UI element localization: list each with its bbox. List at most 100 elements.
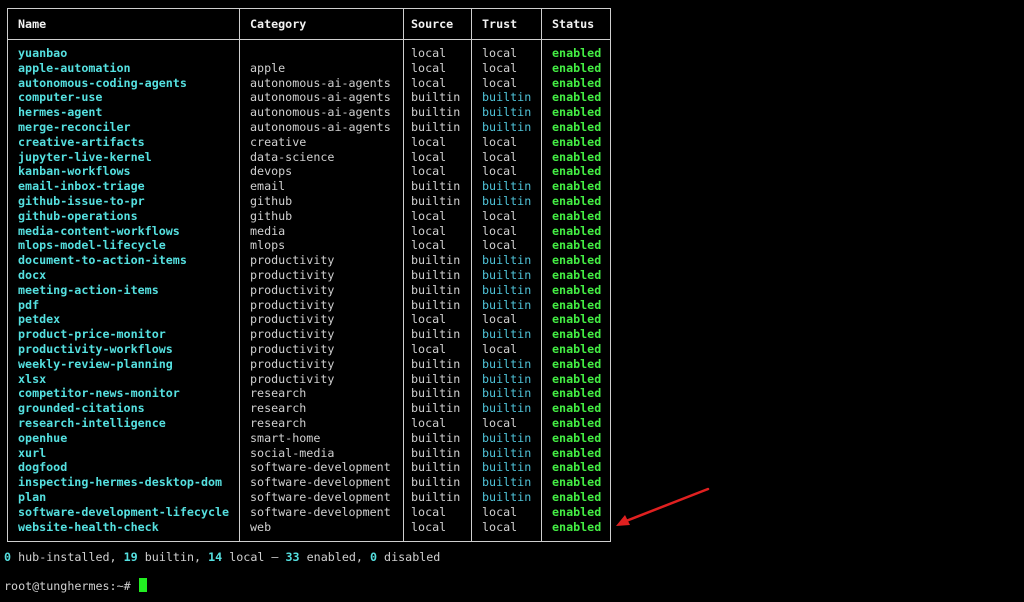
skill-status: enabled xyxy=(552,460,602,475)
table-row: meeting-action-items productivity builtin b… xyxy=(8,283,610,298)
table-row: grounded-citations research builtin builtin… xyxy=(8,401,610,416)
skill-name: software-development-lifecycle xyxy=(18,504,230,519)
skill-status: enabled xyxy=(552,119,602,134)
skill-status: enabled xyxy=(552,386,602,401)
table-row: website-health-check web local local enabled xyxy=(8,520,610,535)
skill-category: autonomous-ai-agents xyxy=(250,90,391,105)
skill-source: local xyxy=(411,238,447,253)
skill-source: builtin xyxy=(411,489,461,504)
table-row: github-issue-to-pr github builtin builtin en… xyxy=(8,194,610,209)
skill-name: yuanbao xyxy=(18,46,68,60)
skill-trust: builtin xyxy=(482,90,532,105)
skill-category: mlops xyxy=(250,238,286,253)
skill-trust: builtin xyxy=(482,282,532,297)
table-row: creative-artifacts creative local local enab… xyxy=(8,135,610,150)
skill-status: enabled xyxy=(552,312,602,327)
skill-source: builtin xyxy=(411,90,461,105)
skill-status: enabled xyxy=(552,401,602,416)
skill-trust: local xyxy=(482,312,518,327)
skill-category: autonomous-ai-agents xyxy=(250,119,391,134)
skill-name: openhue xyxy=(18,430,68,445)
header-category: Category xyxy=(250,17,307,31)
builtin-count: 19 xyxy=(123,550,138,564)
shell-prompt[interactable]: root@tunghermes:~# xyxy=(4,578,147,594)
skill-source: local xyxy=(411,223,447,238)
skill-name: email-inbox-triage xyxy=(18,179,145,194)
skill-source: builtin xyxy=(411,179,461,194)
skill-trust: builtin xyxy=(482,430,532,445)
skill-trust: local xyxy=(482,415,518,430)
skill-category: github xyxy=(250,193,293,208)
skill-source: local xyxy=(411,341,447,356)
disabled-count: 0 xyxy=(369,550,378,564)
skill-name: inspecting-hermes-desktop-dom xyxy=(18,475,223,490)
table-row: merge-reconciler autonomous-ai-agents buil… xyxy=(8,120,610,135)
table-row: weekly-review-planning productivity builti… xyxy=(8,357,610,372)
skill-name: github-operations xyxy=(18,208,138,223)
skill-category: smart-home xyxy=(250,430,321,445)
skill-source: local xyxy=(411,60,447,75)
skill-source: builtin xyxy=(411,267,461,282)
skill-trust: builtin xyxy=(482,297,532,312)
skill-name: plan xyxy=(18,489,47,504)
table-row: xlsx productivity builtin builtin enabled xyxy=(8,372,610,387)
local-label: local — xyxy=(222,550,286,564)
table-row: openhue smart-home builtin builtin enabled xyxy=(8,431,610,446)
skill-category: autonomous-ai-agents xyxy=(250,75,391,90)
table-row: docx productivity builtin builtin enabled xyxy=(8,268,610,283)
table-row: hermes-agent autonomous-ai-agents builtin b… xyxy=(8,105,610,120)
skill-name: hermes-agent xyxy=(18,105,103,120)
skill-status: enabled xyxy=(552,475,602,490)
skill-trust: builtin xyxy=(482,401,532,416)
skills-table: Name Category Source Trust Status yuanba… xyxy=(7,8,611,542)
skill-name: jupyter-live-kernel xyxy=(18,149,152,164)
skill-name: docx xyxy=(18,267,47,282)
skill-category: devops xyxy=(250,164,293,179)
skill-name: creative-artifacts xyxy=(18,134,145,149)
skill-status: enabled xyxy=(552,253,602,268)
enabled-label: enabled, xyxy=(299,550,370,564)
skill-source: builtin xyxy=(411,475,461,490)
skill-status: enabled xyxy=(552,164,602,179)
skill-status: enabled xyxy=(552,208,602,223)
table-row: inspecting-hermes-desktop-dom software-de… xyxy=(8,475,610,490)
skill-status: enabled xyxy=(552,415,602,430)
skill-status: enabled xyxy=(552,134,602,149)
skill-category: github xyxy=(250,208,293,223)
skill-source: builtin xyxy=(411,327,461,342)
skill-category: productivity xyxy=(250,371,335,386)
skill-source: builtin xyxy=(411,401,461,416)
skill-trust: builtin xyxy=(482,179,532,194)
skill-name: dogfood xyxy=(18,460,68,475)
skill-status: enabled xyxy=(552,149,602,164)
skill-category: software-development xyxy=(250,460,391,475)
skill-trust: local xyxy=(482,134,518,149)
table-row: github-operations github local local enabled xyxy=(8,209,610,224)
skill-name: kanban-workflows xyxy=(18,164,131,179)
table-row: research-intelligence research local local e… xyxy=(8,416,610,431)
skill-source: builtin xyxy=(411,386,461,401)
skill-category: research xyxy=(250,386,307,401)
table-body: yuanbao local local enabled apple-automation… xyxy=(8,46,610,534)
skill-source: local xyxy=(411,75,447,90)
skill-source: builtin xyxy=(411,297,461,312)
skill-trust: local xyxy=(482,238,518,253)
table-row: jupyter-live-kernel data-science local loca… xyxy=(8,150,610,165)
skill-name: weekly-review-planning xyxy=(18,356,173,371)
skill-status: enabled xyxy=(552,282,602,297)
skill-status: enabled xyxy=(552,105,602,120)
skill-name: media-content-workflows xyxy=(18,223,180,238)
table-row: yuanbao local local enabled xyxy=(8,46,610,61)
skill-status: enabled xyxy=(552,223,602,238)
skill-trust: builtin xyxy=(482,445,532,460)
skill-trust: builtin xyxy=(482,105,532,120)
skill-category: research xyxy=(250,415,307,430)
skill-status: enabled xyxy=(552,445,602,460)
table-row: competitor-news-monitor research builtin bu… xyxy=(8,386,610,401)
header-name: Name xyxy=(18,17,47,31)
skill-trust: local xyxy=(482,223,518,238)
skill-trust: builtin xyxy=(482,460,532,475)
skill-status: enabled xyxy=(552,60,602,75)
skill-source: builtin xyxy=(411,371,461,386)
table-row: product-price-monitor productivity builtin… xyxy=(8,327,610,342)
